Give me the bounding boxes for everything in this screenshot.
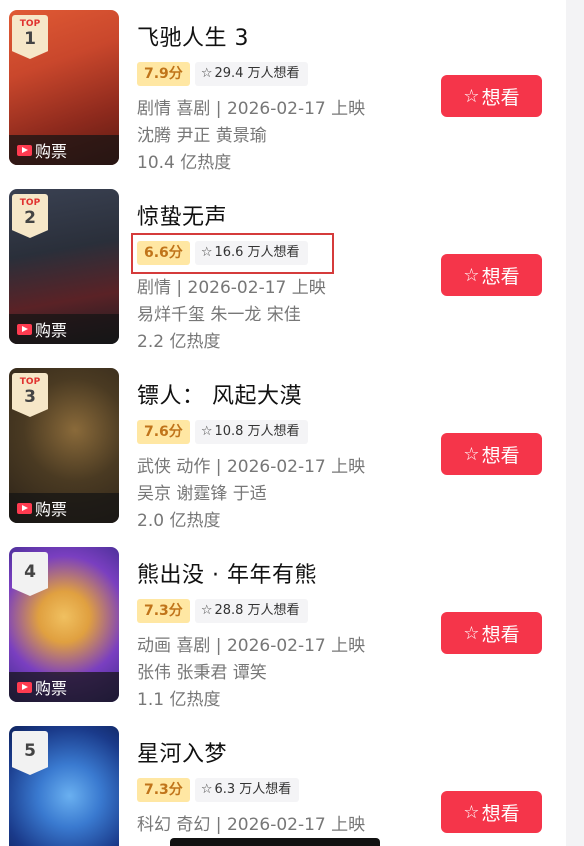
want-to-see-button[interactable]: ☆ 想看 — [441, 612, 542, 654]
cast-line: 吴京 谢霆锋 于适 — [137, 484, 267, 504]
heat-line: 1.1 亿热度 — [137, 690, 221, 710]
buy-ticket-button[interactable]: 购票 — [9, 314, 119, 344]
cast-line: 易烊千玺 朱一龙 宋佳 — [137, 305, 301, 325]
rank-number: 5 — [24, 741, 36, 761]
want-to-see-button[interactable]: ☆ 想看 — [441, 254, 542, 296]
rank-number: 2 — [24, 208, 36, 228]
buy-ticket-button[interactable]: 购票 — [9, 135, 119, 165]
rank-number: 4 — [24, 562, 36, 582]
rating-row: 7.6分 ☆ 10.8 万人想看 — [137, 420, 308, 444]
rating-row: 7.9分 ☆ 29.4 万人想看 — [137, 62, 308, 86]
want-to-see-button[interactable]: ☆ 想看 — [441, 791, 542, 833]
wish-count: ☆ 6.3 万人想看 — [194, 778, 300, 802]
score-badge: 7.9分 — [137, 62, 190, 86]
movie-poster[interactable]: 4 购票 — [9, 547, 119, 702]
rank-badge: 4 — [12, 552, 48, 596]
wish-count: ☆ 29.4 万人想看 — [194, 62, 308, 86]
top-label: TOP — [19, 377, 41, 387]
wish-count-text: 6.3 万人想看 — [214, 782, 292, 797]
rank-number: 3 — [24, 387, 36, 407]
rank-badge: TOP 2 — [12, 194, 48, 238]
genre-release-line: 动画 喜剧 | 2026-02-17 上映 — [137, 636, 366, 656]
movie-item-4[interactable]: 4 购票 熊出没 · 年年有熊 7.3分 ☆ 28.8 万人想看 动画 喜剧 |… — [0, 537, 566, 716]
movie-poster[interactable]: TOP 2 购票 — [9, 189, 119, 344]
star-icon: ☆ — [200, 603, 213, 618]
genre-release-line: 剧情 喜剧 | 2026-02-17 上映 — [137, 99, 366, 119]
want-to-see-button[interactable]: ☆ 想看 — [441, 75, 542, 117]
star-icon: ☆ — [463, 85, 480, 107]
genre-release-line: 科幻 奇幻 | 2026-02-17 上映 — [137, 815, 366, 835]
want-label: 想看 — [481, 444, 520, 467]
buy-ticket-button[interactable]: 购票 — [9, 493, 119, 523]
movie-poster[interactable]: 5 — [9, 726, 119, 846]
wish-count-text: 29.4 万人想看 — [214, 66, 300, 81]
genre-release-line: 剧情 | 2026-02-17 上映 — [137, 278, 326, 298]
genre-release-line: 武侠 动作 | 2026-02-17 上映 — [137, 457, 366, 477]
ticket-play-icon — [17, 681, 32, 693]
rank-badge: TOP 3 — [12, 373, 48, 417]
movie-title[interactable]: 飞驰人生 3 — [137, 20, 249, 52]
wish-count: ☆ 28.8 万人想看 — [194, 599, 308, 623]
star-icon: ☆ — [463, 622, 480, 644]
want-label: 想看 — [481, 86, 520, 109]
rank-badge: TOP 1 — [12, 15, 48, 59]
star-icon: ☆ — [463, 443, 480, 465]
score-badge: 7.6分 — [137, 420, 190, 444]
movie-poster[interactable]: TOP 1 购票 — [9, 10, 119, 165]
movie-title[interactable]: 熊出没 · 年年有熊 — [137, 557, 317, 589]
buy-label: 购票 — [35, 500, 68, 519]
wish-count: ☆ 10.8 万人想看 — [194, 420, 308, 444]
heat-line: 2.2 亿热度 — [137, 332, 221, 352]
star-icon: ☆ — [463, 801, 480, 823]
movie-title[interactable]: 惊蛰无声 — [137, 199, 227, 231]
top-label: TOP — [19, 198, 41, 208]
heat-line: 2.0 亿热度 — [137, 511, 221, 531]
ticket-play-icon — [17, 144, 32, 156]
wish-count-text: 28.8 万人想看 — [214, 603, 300, 618]
buy-label: 购票 — [35, 679, 68, 698]
highlight-annotation-box — [131, 233, 334, 274]
want-to-see-button[interactable]: ☆ 想看 — [441, 433, 542, 475]
cast-line: 沈腾 尹正 黄景瑜 — [137, 126, 267, 146]
heat-line: 10.4 亿热度 — [137, 153, 232, 173]
score-badge: 7.3分 — [137, 778, 190, 802]
home-indicator — [170, 838, 380, 846]
star-icon: ☆ — [200, 66, 213, 81]
movie-title[interactable]: 星河入梦 — [137, 736, 227, 768]
movie-item-1[interactable]: TOP 1 购票 飞驰人生 3 7.9分 ☆ 29.4 万人想看 剧情 喜剧 |… — [0, 0, 566, 179]
movie-item-3[interactable]: TOP 3 购票 镖人： 风起大漠 7.6分 ☆ 10.8 万人想看 武侠 动作… — [0, 358, 566, 537]
want-label: 想看 — [481, 265, 520, 288]
rating-row: 7.3分 ☆ 28.8 万人想看 — [137, 599, 308, 623]
want-label: 想看 — [481, 802, 520, 825]
rating-row: 7.3分 ☆ 6.3 万人想看 — [137, 778, 300, 802]
star-icon: ☆ — [200, 424, 213, 439]
buy-ticket-button[interactable]: 购票 — [9, 672, 119, 702]
ticket-play-icon — [17, 502, 32, 514]
ticket-play-icon — [17, 323, 32, 335]
buy-label: 购票 — [35, 142, 68, 161]
cast-line: 张伟 张秉君 谭笑 — [137, 663, 267, 683]
star-icon: ☆ — [200, 782, 213, 797]
top-label: TOP — [19, 19, 41, 29]
score-badge: 7.3分 — [137, 599, 190, 623]
scroll-track — [566, 0, 584, 846]
star-icon: ☆ — [463, 264, 480, 286]
want-label: 想看 — [481, 623, 520, 646]
rank-number: 1 — [24, 29, 36, 49]
movie-title[interactable]: 镖人： 风起大漠 — [137, 378, 302, 410]
rank-badge: 5 — [12, 731, 48, 775]
wish-count-text: 10.8 万人想看 — [214, 424, 300, 439]
movie-item-5[interactable]: 5 星河入梦 7.3分 ☆ 6.3 万人想看 科幻 奇幻 | 2026-02-1… — [0, 716, 566, 846]
movie-poster[interactable]: TOP 3 购票 — [9, 368, 119, 523]
buy-label: 购票 — [35, 321, 68, 340]
